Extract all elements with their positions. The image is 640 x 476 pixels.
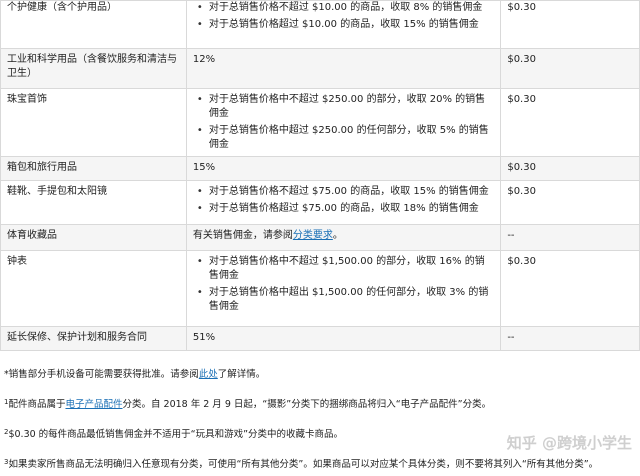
fee-rule-bullet: 对于总销售价格超过 $10.00 的商品，收取 15% 的销售佣金 [197, 18, 494, 32]
approval-details-link[interactable]: 此处 [199, 369, 218, 380]
fee-rule-bullet: 对于总销售价格不超过 $10.00 的商品，收取 8% 的销售佣金 [197, 1, 494, 15]
footnote-text: $0.30 的每件商品最低销售佣金并不适用于“玩具和游戏”分类中的收藏卡商品。 [8, 429, 344, 440]
footnote-text: 配件商品属于 [8, 399, 66, 410]
fee-rule-cell: 对于总销售价格中不超过 $1,500.00 的部分，收取 16% 的销售佣金 对… [185, 250, 502, 327]
table-row: 体育收藏品 有关销售佣金，请参阅分类要求。 -- [0, 224, 640, 251]
min-fee-cell: $0.30 [500, 48, 640, 89]
min-fee-cell: $0.30 [500, 156, 640, 181]
table-row: 个护健康（含个护用品） 对于总销售价格不超过 $10.00 的商品，收取 8% … [0, 0, 640, 49]
category-cell: 鞋靴、手提包和太阳镜 [0, 180, 187, 225]
table-row: 珠宝首饰 对于总销售价格中不超过 $250.00 的部分，收取 20% 的销售佣… [0, 88, 640, 157]
footnote-2: 2$0.30 的每件商品最低销售佣金并不适用于“玩具和游戏”分类中的收藏卡商品。 [4, 428, 343, 441]
table-row: 钟表 对于总销售价格中不超过 $1,500.00 的部分，收取 16% 的销售佣… [0, 250, 640, 327]
footnote-marker: 3 [4, 458, 9, 466]
footnote-approval: *销售部分手机设备可能需要获得批准。请参阅此处了解详情。 [4, 368, 265, 381]
fee-rule-cell: 51% [185, 326, 502, 351]
fee-rule-cell: 对于总销售价格不超过 $10.00 的商品，收取 8% 的销售佣金 对于总销售价… [185, 0, 502, 49]
electronics-accessories-link[interactable]: 电子产品配件 [65, 399, 122, 410]
min-fee-cell: -- [500, 326, 640, 351]
fee-rule-cell: 12% [185, 48, 502, 89]
fee-rule-bullet: 对于总销售价格不超过 $75.00 的商品，收取 15% 的销售佣金 [197, 185, 494, 199]
footnote-marker: 2 [4, 428, 9, 436]
category-cell: 个护健康（含个护用品） [0, 0, 187, 49]
min-fee-cell: -- [500, 224, 640, 251]
fee-rule-bullet: 对于总销售价格超过 $75.00 的商品，收取 18% 的销售佣金 [197, 202, 494, 216]
category-cell: 箱包和旅行用品 [0, 156, 187, 181]
category-cell: 钟表 [0, 250, 187, 327]
referral-fee-table: 个护健康（含个护用品） 对于总销售价格不超过 $10.00 的商品，收取 8% … [0, 0, 640, 351]
fee-table-page: 个护健康（含个护用品） 对于总销售价格不超过 $10.00 的商品，收取 8% … [0, 0, 640, 476]
table-row: 箱包和旅行用品 15% $0.30 [0, 156, 640, 181]
footnote-3: 3如果卖家所售商品无法明确归入任意现有分类，可使用“所有其他分类”。如果商品可以… [4, 458, 598, 471]
category-cell: 珠宝首饰 [0, 88, 187, 157]
table-row: 工业和科学用品（含餐饮服务和清洁与卫生） 12% $0.30 [0, 48, 640, 89]
min-fee-cell: $0.30 [500, 88, 640, 157]
category-cell: 工业和科学用品（含餐饮服务和清洁与卫生） [0, 48, 187, 89]
fee-rule-cell: 15% [185, 156, 502, 181]
fee-rule-bullet: 对于总销售价格中超过 $250.00 的任何部分，收取 5% 的销售佣金 [197, 124, 494, 152]
category-cell: 体育收藏品 [0, 224, 187, 251]
min-fee-cell: $0.30 [500, 180, 640, 225]
fee-rule-bullet: 对于总销售价格中不超过 $1,500.00 的部分，收取 16% 的销售佣金 [197, 255, 494, 283]
zhihu-watermark: 知乎 @跨境小学生 [506, 434, 632, 452]
footnote-text-end: 了解详情。 [217, 369, 266, 380]
fee-rule-cell: 对于总销售价格中不超过 $250.00 的部分，收取 20% 的销售佣金 对于总… [185, 88, 502, 157]
min-fee-cell: $0.30 [500, 250, 640, 327]
footnote-text-end: 分类。自 2018 年 2 月 9 日起，“摄影”分类下的捆绑商品将归入“电子产… [122, 399, 492, 410]
category-cell: 延长保修、保护计划和服务合同 [0, 326, 187, 351]
fee-rule-bullet: 对于总销售价格中超出 $1,500.00 的任何部分，收取 3% 的销售佣金 [197, 286, 494, 314]
min-fee-cell: $0.30 [500, 0, 640, 49]
footnote-1: 1配件商品属于电子产品配件分类。自 2018 年 2 月 9 日起，“摄影”分类… [4, 398, 491, 411]
footnote-text: *销售部分手机设备可能需要获得批准。请参阅 [4, 369, 199, 380]
fee-rule-text-end: 。 [332, 230, 343, 241]
table-row: 鞋靴、手提包和太阳镜 对于总销售价格不超过 $75.00 的商品，收取 15% … [0, 180, 640, 225]
footnote-text: 如果卖家所售商品无法明确归入任意现有分类，可使用“所有其他分类”。如果商品可以对… [8, 459, 599, 470]
fee-rule-text: 有关销售佣金，请参阅 [192, 230, 293, 241]
fee-rule-cell: 有关销售佣金，请参阅分类要求。 [185, 224, 502, 251]
fee-rule-bullet: 对于总销售价格中不超过 $250.00 的部分，收取 20% 的销售佣金 [197, 93, 494, 121]
table-row: 延长保修、保护计划和服务合同 51% -- [0, 326, 640, 351]
category-requirements-link[interactable]: 分类要求 [293, 230, 333, 241]
fee-rule-cell: 对于总销售价格不超过 $75.00 的商品，收取 15% 的销售佣金 对于总销售… [185, 180, 502, 225]
footnote-marker: 1 [4, 398, 9, 406]
